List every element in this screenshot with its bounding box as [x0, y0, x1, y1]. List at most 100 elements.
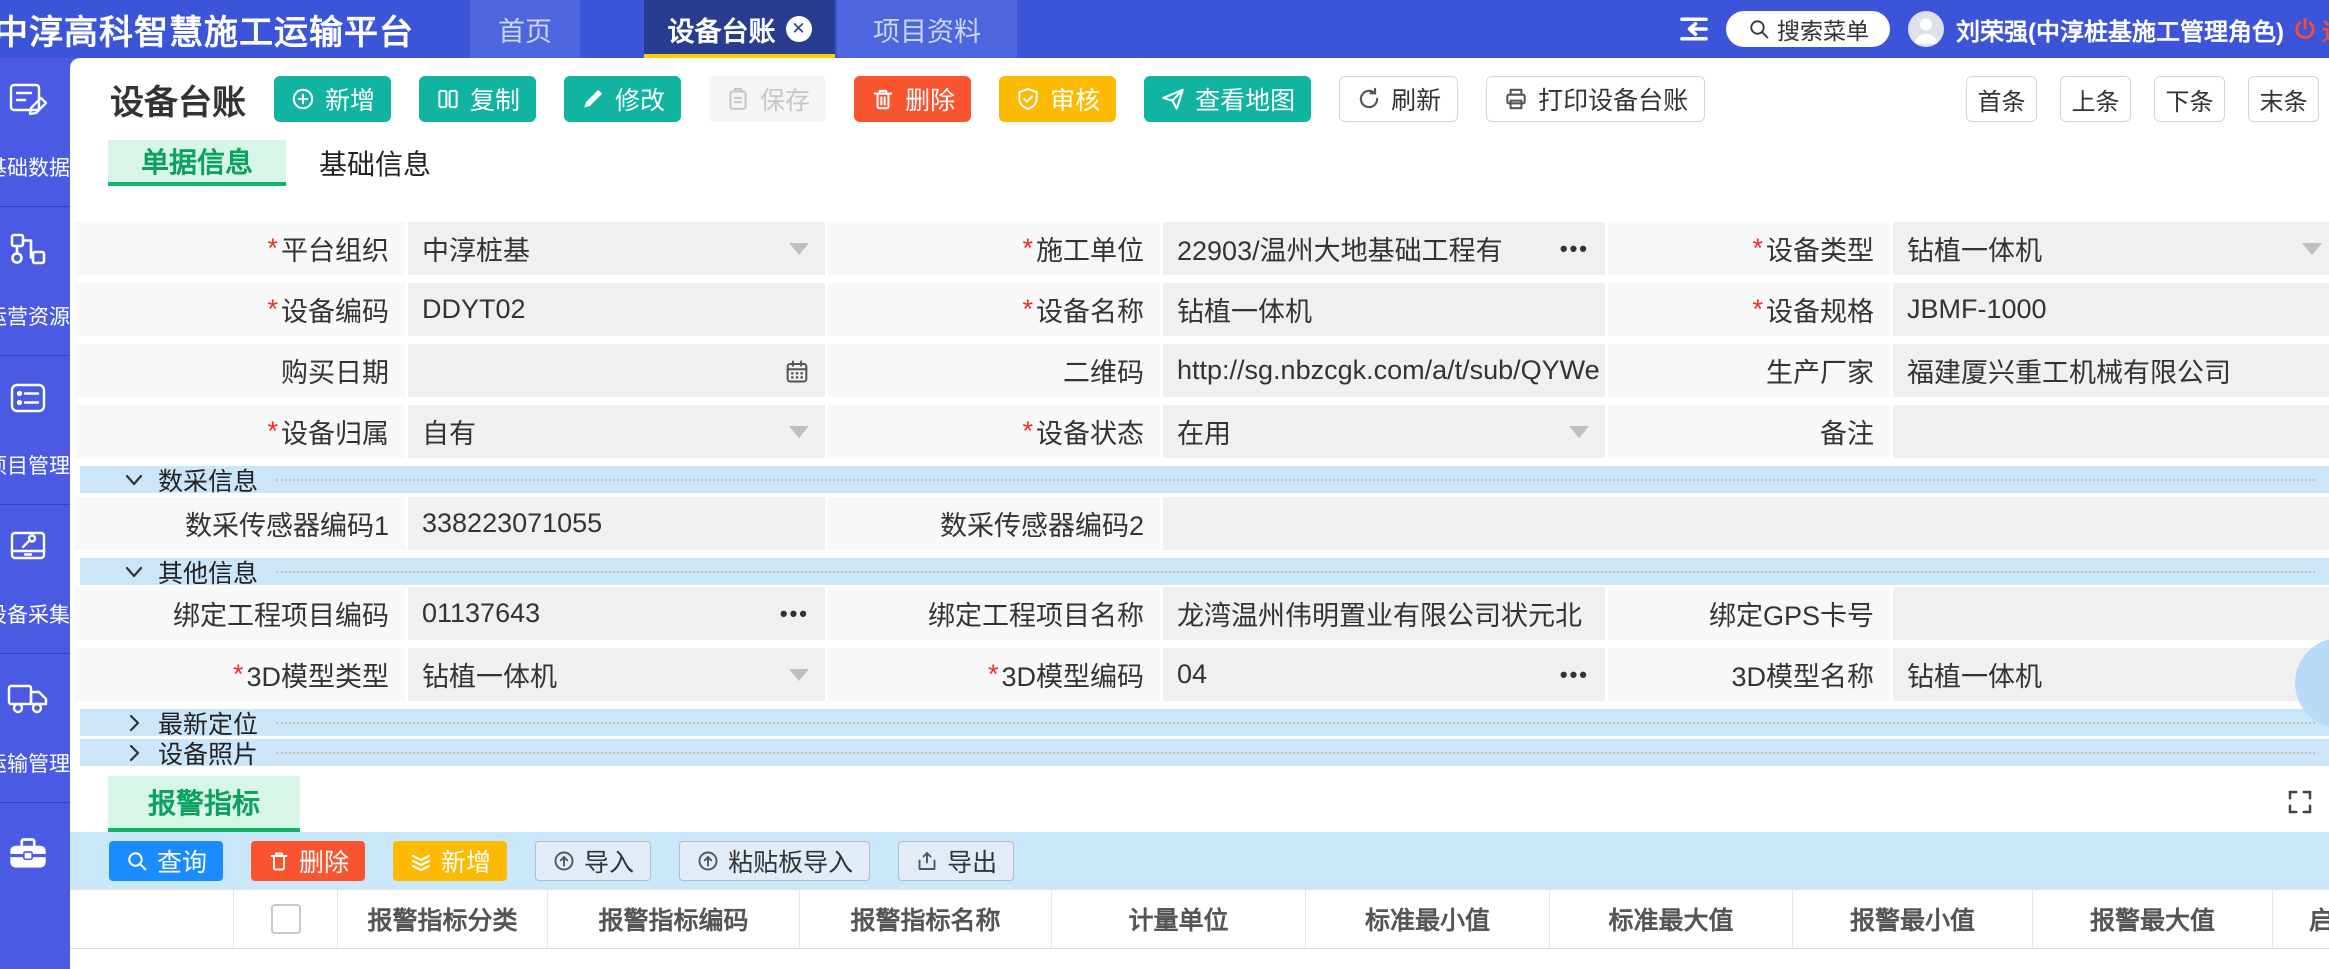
section-latest-location[interactable]: 最新定位 [80, 709, 2329, 736]
export-button[interactable]: 导出 [898, 841, 1014, 881]
form-row: 数采传感器编码1 338223071055 数采传感器编码2 [75, 497, 2329, 550]
main-panel: 设备台账 新增 复制 [70, 58, 2329, 969]
ellipsis-button[interactable]: ••• [1560, 236, 1589, 262]
required-mark: * [1752, 233, 1763, 264]
column-header[interactable]: 报警指标编码 [548, 890, 800, 948]
purchase-date-field[interactable] [408, 344, 825, 397]
column-header[interactable]: 计量单位 [1052, 890, 1306, 948]
alarm-add-button[interactable]: 新增 [393, 841, 507, 881]
logout-button[interactable]: 退出 [2292, 12, 2329, 47]
column-header[interactable]: 报警指标名称 [800, 890, 1052, 948]
model3d-name-field[interactable]: 钻植一体机 [1893, 648, 2329, 701]
column-header[interactable]: 报警指标分类 [338, 890, 548, 948]
avatar[interactable] [1908, 11, 1944, 47]
model3d-type-select[interactable]: 钻植一体机 [408, 648, 825, 701]
device-name-field[interactable]: 钻植一体机 [1163, 283, 1605, 336]
audit-button[interactable]: 审核 [999, 76, 1116, 122]
device-spec-field[interactable]: JBMF-1000 [1893, 283, 2329, 336]
required-mark: * [267, 294, 278, 325]
view-map-button[interactable]: 查看地图 [1144, 76, 1311, 122]
add-button[interactable]: 新增 [274, 76, 391, 122]
sidebar-item-device-collection[interactable]: 设备采集 [0, 505, 70, 654]
column-header[interactable]: 标准最小值 [1306, 890, 1550, 948]
close-icon[interactable]: ✕ [786, 16, 812, 42]
gps-card-field[interactable] [1893, 587, 2329, 640]
first-record-button[interactable]: 首条 [1966, 76, 2037, 122]
section-other-info[interactable]: 其他信息 [80, 558, 2329, 585]
sensor-code1-field[interactable]: 338223071055 [408, 497, 825, 550]
sensor-code2-field[interactable] [1163, 497, 2329, 550]
platform-org-select[interactable]: 中淳桩基 [408, 222, 825, 275]
user-name[interactable]: 刘荣强(中淳桩基施工管理角色) [1956, 12, 2284, 47]
remark-field[interactable] [1893, 405, 2329, 458]
column-header[interactable]: 启用 [2273, 890, 2329, 948]
tab-project-docs[interactable]: 项目资料 [837, 0, 1017, 58]
ownership-select[interactable]: 自有 [408, 405, 825, 458]
row-number-column-header [70, 890, 234, 948]
sensor-code2-label: 数采传感器编码2 [828, 497, 1160, 550]
next-record-button[interactable]: 下条 [2154, 76, 2225, 122]
doc-edit-icon [4, 74, 52, 126]
calendar-icon[interactable] [783, 357, 811, 385]
sidebar-item-project-management[interactable]: 项目管理 [0, 356, 70, 505]
last-record-button[interactable]: 末条 [2248, 76, 2319, 122]
column-header[interactable]: 报警最小值 [1793, 890, 2033, 948]
section-data-collection[interactable]: 数采信息 [80, 466, 2329, 493]
construction-unit-field[interactable]: 22903/温州大地基础工程有 ••• [1163, 222, 1605, 275]
page-title: 设备台账 [110, 75, 246, 124]
tab-home[interactable]: 首页 [470, 0, 580, 58]
refresh-icon [1356, 86, 1382, 112]
import-button[interactable]: 导入 [535, 841, 651, 881]
tab-device-ledger[interactable]: 设备台账 ✕ [644, 0, 835, 58]
sensor-code1-label: 数采传感器编码1 [75, 497, 405, 550]
ellipsis-button[interactable]: ••• [780, 601, 809, 627]
ellipsis-button[interactable]: ••• [1560, 662, 1589, 688]
device-status-select[interactable]: 在用 [1163, 405, 1605, 458]
refresh-button[interactable]: 刷新 [1339, 76, 1458, 122]
chevron-right-icon [122, 741, 146, 765]
topbar-right: 搜索菜单 刘荣强(中淳桩基施工管理角色) 退出 [1676, 0, 2329, 58]
app-viewport: 中淳高科智慧施工运输平台 首页 设备台账 ✕ 项目资料 [0, 0, 2329, 969]
sidebar-item-toolbox[interactable] [0, 803, 70, 952]
prev-record-button[interactable]: 上条 [2060, 76, 2131, 122]
section-device-photos[interactable]: 设备照片 [80, 739, 2329, 766]
tab-alarm-indicators[interactable]: 报警指标 [108, 776, 300, 832]
chevron-down-icon [789, 669, 809, 681]
section-divider-line [276, 479, 2315, 481]
copy-button[interactable]: 复制 [419, 76, 536, 122]
manufacturer-field[interactable]: 福建厦兴重工机械有限公司 [1893, 344, 2329, 397]
delete-button[interactable]: 删除 [854, 76, 971, 122]
alarm-delete-button[interactable]: 删除 [251, 841, 365, 881]
required-mark: * [267, 233, 278, 264]
device-type-select[interactable]: 钻植一体机 [1893, 222, 2329, 275]
sidebar-item-transport-management[interactable]: 运输管理 [0, 654, 70, 803]
save-button[interactable]: 保存 [709, 76, 826, 122]
edit-button[interactable]: 修改 [564, 76, 681, 122]
tab-base-info[interactable]: 基础信息 [286, 140, 464, 186]
project-code-field[interactable]: 01137643 ••• [408, 587, 825, 640]
chevron-down-icon [122, 560, 146, 584]
menu-collapse-icon[interactable] [1676, 11, 1712, 47]
tab-doc-info[interactable]: 单据信息 [108, 140, 286, 186]
print-button[interactable]: 打印设备台账 [1486, 76, 1705, 122]
project-name-field[interactable]: 龙湾温州伟明置业有限公司状元北 [1163, 587, 1605, 640]
export-icon [915, 849, 939, 873]
column-header[interactable]: 标准最大值 [1550, 890, 1793, 948]
query-button[interactable]: 查询 [109, 841, 223, 881]
column-header[interactable]: 报警最大值 [2033, 890, 2273, 948]
form-row: 绑定工程项目编码 01137643 ••• 绑定工程项目名称 龙湾温州伟明置业有… [75, 587, 2329, 640]
search-menu-button[interactable]: 搜索菜单 [1726, 11, 1890, 47]
paste-import-button[interactable]: 粘贴板导入 [679, 841, 870, 881]
device-code-label: * 设备编码 [75, 283, 405, 336]
sidebar-item-base-data[interactable]: 基础数据 [0, 58, 70, 207]
fullscreen-icon[interactable] [2285, 787, 2315, 817]
qr-code-field[interactable]: http://sg.nbzcgk.com/a/t/sub/QYWe [1163, 344, 1605, 397]
select-all-checkbox[interactable] [271, 904, 301, 934]
page: 中淳高科智慧施工运输平台 首页 设备台账 ✕ 项目资料 [0, 0, 2329, 969]
sidebar: 基础数据 运营资源 [0, 58, 70, 969]
top-tabs: 首页 设备台账 ✕ 项目资料 [470, 0, 1017, 58]
device-type-label: * 设备类型 [1608, 222, 1890, 275]
sidebar-item-operation-resources[interactable]: 运营资源 [0, 207, 70, 356]
device-code-field[interactable]: DDYT02 [408, 283, 825, 336]
model3d-code-field[interactable]: 04 ••• [1163, 648, 1605, 701]
